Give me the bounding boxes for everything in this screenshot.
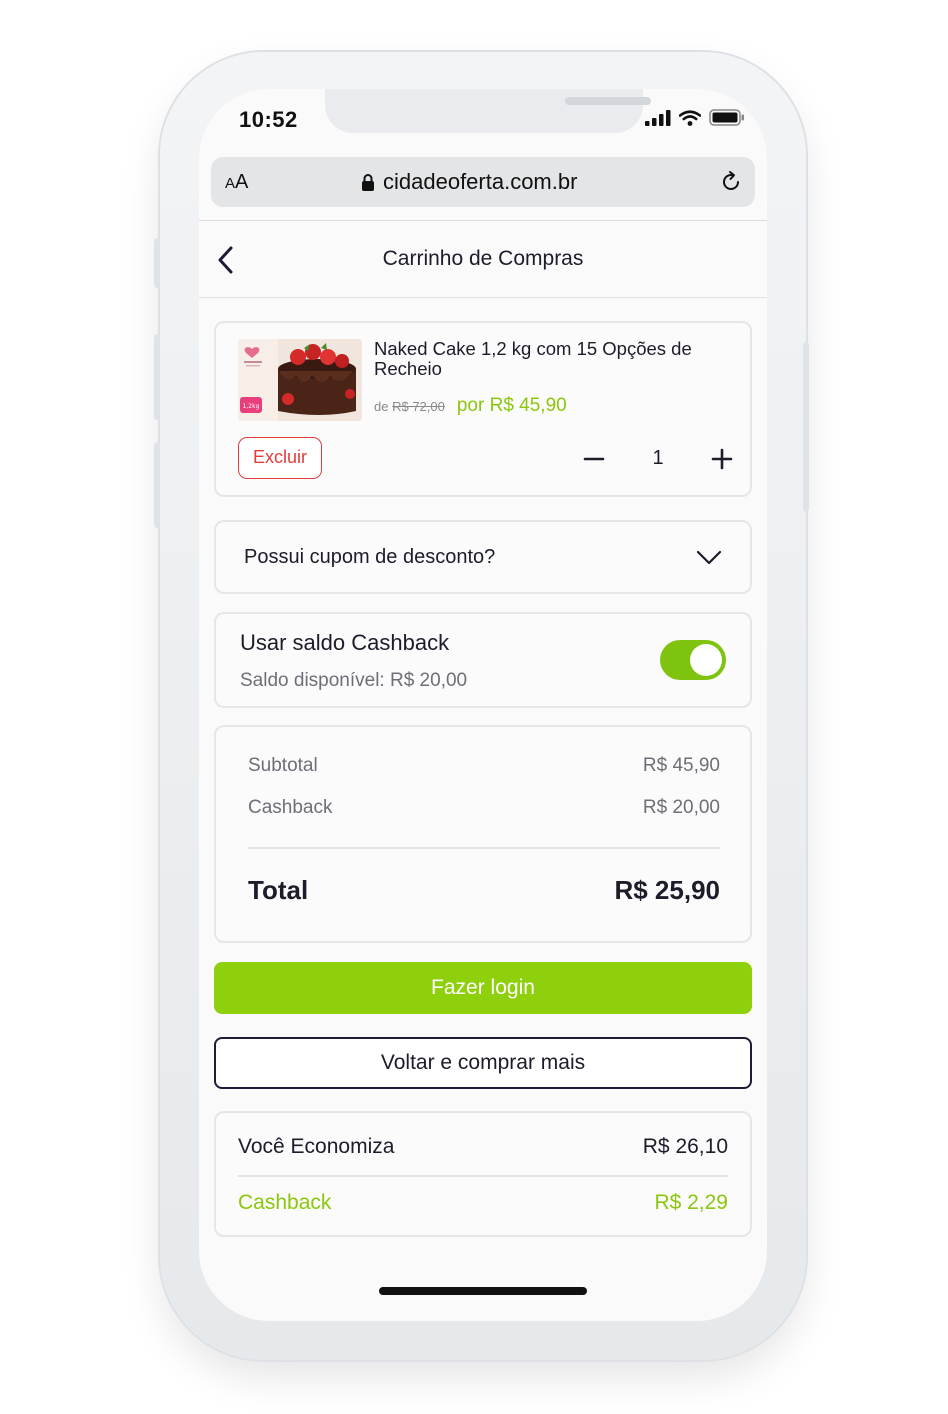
toggle-knob [690, 644, 722, 676]
minus-icon[interactable] [578, 443, 610, 475]
battery-icon [709, 109, 744, 126]
quantity-value: 1 [652, 447, 664, 469]
status-time: 10:52 [239, 107, 298, 132]
notch [325, 89, 651, 133]
lock-icon [362, 173, 374, 191]
cashback-card: Usar saldo Cashback Saldo disponível: R$… [214, 612, 752, 708]
savings-value: R$ 26,10 [642, 1135, 728, 1158]
plus-icon[interactable] [706, 443, 738, 475]
page-title: Carrinho de Compras [382, 247, 584, 270]
coupon-label: Possui cupom de desconto? [244, 546, 496, 568]
app-header: Carrinho de Compras [199, 220, 767, 298]
reload-icon[interactable] [719, 170, 743, 194]
new-price: por R$ 45,90 [456, 395, 567, 416]
browser-address-bar[interactable]: AA cidadeoferta.com.br [211, 157, 755, 207]
url-text: cidadeoferta.com.br [383, 169, 578, 194]
total-row: Total R$ 25,90 [248, 875, 720, 906]
savings-label: Você Economiza [238, 1135, 395, 1158]
divider [248, 847, 720, 849]
price-row: de R$ 72,00 por R$ 45,90 [374, 395, 567, 417]
savings-card: Você Economiza R$ 26,10 Cashback R$ 2,29 [214, 1111, 752, 1237]
subtotal-row: Subtotal R$ 45,90 [248, 755, 720, 777]
savings-cashback-label: Cashback [238, 1191, 332, 1214]
signal-icon [645, 109, 671, 126]
silent-switch [154, 238, 160, 288]
url-field[interactable]: cidadeoferta.com.br [361, 169, 577, 195]
power-button [803, 342, 809, 512]
product-image[interactable]: 1,2kg [238, 339, 362, 421]
cashback-balance: Saldo disponível: R$ 20,00 [240, 670, 468, 691]
volume-up-button [154, 334, 160, 420]
order-summary: Subtotal R$ 45,90 Cashback R$ 20,00 Tota… [214, 725, 752, 943]
home-indicator[interactable] [379, 1287, 587, 1295]
text-size-button[interactable]: AA [225, 171, 248, 194]
divider [238, 1175, 728, 1177]
quantity-stepper: 1 [578, 439, 738, 479]
login-button[interactable]: Fazer login [214, 962, 752, 1014]
savings-row: Você Economiza R$ 26,10 [238, 1135, 728, 1159]
cashback-value: R$ 20,00 [642, 797, 720, 818]
delete-button[interactable]: Excluir [238, 437, 322, 479]
speaker [565, 97, 651, 105]
cashback-label: Cashback [248, 797, 333, 818]
volume-down-button [154, 442, 160, 528]
phone-screen: 10:52 AA cidadeoferta.com.br Carrinho de… [199, 89, 767, 1321]
cashback-title: Usar saldo Cashback [240, 630, 450, 655]
old-price: de R$ 72,00 [374, 399, 445, 414]
product-name: Naked Cake 1,2 kg com 15 Opções de Reche… [374, 338, 692, 379]
product-image-badge: 1,2kg [243, 403, 260, 410]
total-label: Total [248, 875, 309, 905]
savings-cashback-row: Cashback R$ 2,29 [238, 1191, 728, 1215]
total-value: R$ 25,90 [614, 875, 720, 905]
cashback-toggle[interactable] [660, 640, 726, 680]
wifi-icon [679, 109, 701, 126]
cashback-row: Cashback R$ 20,00 [248, 797, 720, 819]
subtotal-value: R$ 45,90 [642, 755, 720, 776]
savings-cashback-value: R$ 2,29 [654, 1191, 728, 1214]
chevron-down-icon [696, 550, 722, 565]
subtotal-label: Subtotal [248, 755, 318, 776]
cart-item-card: 1,2kg Naked Cake 1,2 kg com 15 Opções de… [214, 321, 752, 497]
coupon-dropdown[interactable]: Possui cupom de desconto? [214, 520, 752, 594]
status-icons [645, 109, 745, 126]
continue-shopping-button[interactable]: Voltar e comprar mais [214, 1037, 752, 1089]
